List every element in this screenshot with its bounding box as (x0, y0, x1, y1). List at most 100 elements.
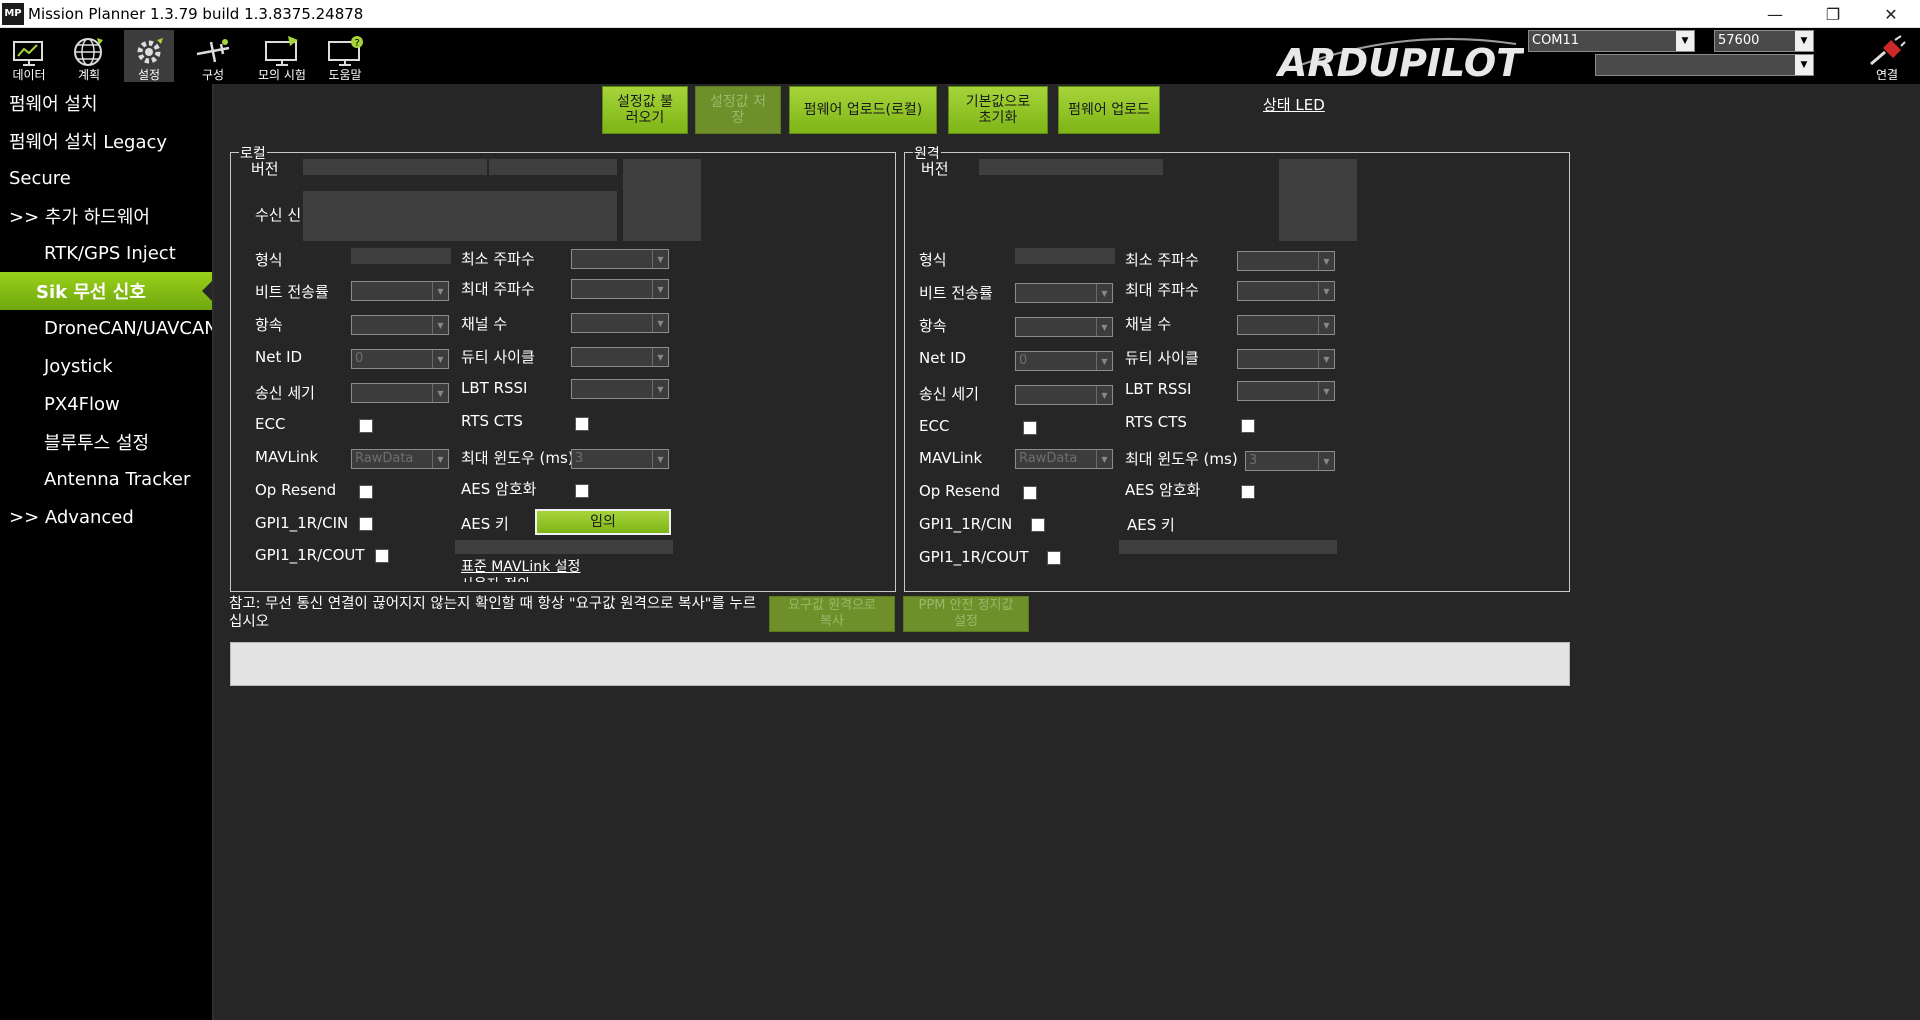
local-netid-select[interactable]: 0 ▼ (351, 349, 449, 369)
local-minfreq-select[interactable]: ▼ (571, 249, 669, 269)
remote-gpi1-label: GPI1_1R/CIN (919, 515, 1013, 533)
baud-value: 57600 (1718, 33, 1760, 48)
local-mavlink-select[interactable]: RawData ▼ (351, 449, 449, 469)
local-txpower-select[interactable]: ▼ (351, 383, 449, 403)
chevron-down-icon: ▼ (1795, 55, 1813, 75)
local-netid-label: Net ID (255, 348, 303, 366)
upload-firmware-button[interactable]: 펌웨어 업로드 (1058, 86, 1160, 134)
sidebar-item-install-firmware[interactable]: 펌웨어 설치 (0, 84, 212, 122)
sidebar-item-secure[interactable]: Secure (0, 159, 212, 197)
remote-aes-checkbox[interactable] (1241, 485, 1255, 499)
logo-text: ARDUPILOT (1276, 41, 1524, 80)
custom-mavlink-link[interactable]: 사용자 정의 (461, 574, 530, 582)
copy-to-remote-button[interactable]: 요구값 원격으로 복사 (769, 596, 895, 632)
local-opresend-label: Op Resend (255, 481, 337, 499)
remote-baud-select[interactable]: ▼ (1015, 283, 1113, 303)
local-channels-label: 채널 수 (461, 315, 508, 333)
sidebar-item-px4flow[interactable]: PX4Flow (0, 386, 212, 424)
local-baud-select[interactable]: ▼ (351, 281, 449, 301)
sidebar-item-bluetooth[interactable]: 블루투스 설정 (0, 423, 212, 461)
remote-gpi1-checkbox[interactable] (1031, 518, 1045, 532)
local-aes-checkbox[interactable] (575, 484, 589, 498)
remote-duty-select[interactable]: ▼ (1237, 349, 1335, 369)
copy-note: 참고: 무선 통신 연결이 끊어지지 않는지 확인할 때 항상 "요구값 원격으… (229, 596, 757, 630)
chevron-down-icon: ▼ (432, 316, 448, 334)
remote-rtscts-checkbox[interactable] (1241, 419, 1255, 433)
toolbar-data-button[interactable]: 데이터 (4, 32, 54, 82)
remote-aeskey-input[interactable] (1119, 540, 1337, 554)
local-format-value (351, 248, 451, 264)
minimize-icon[interactable]: — (1746, 0, 1804, 28)
remote-opresend-checkbox[interactable] (1023, 486, 1037, 500)
remote-mavlink-select[interactable]: RawData ▼ (1015, 449, 1113, 469)
toolbar-plan-button[interactable]: 계획 (64, 32, 114, 82)
local-txpower-label: 송신 세기 (255, 384, 315, 402)
toolbar-setup-button[interactable]: 설정 (124, 30, 174, 82)
remote-gpo1-checkbox[interactable] (1047, 551, 1061, 565)
remote-gpo1-label: GPI1_1R/COUT (919, 548, 1029, 566)
main-toolbar: 데이터 계획 설정 구성 모의 시험 ? 도움말 ARDUPILOT COM11… (0, 28, 1920, 84)
restore-icon[interactable]: ❐ (1804, 0, 1862, 28)
local-lbt-select[interactable]: ▼ (571, 379, 669, 399)
remote-rtscts-label: RTS CTS (1125, 413, 1187, 431)
sidebar-item-dronecan[interactable]: DroneCAN/UAVCAN (0, 310, 212, 348)
sidebar-item-sik-radio[interactable]: Sik 무선 신호 (0, 272, 212, 311)
ppm-failsafe-button[interactable]: PPM 안전 정지값 설정 (903, 596, 1029, 632)
connect-label: 연결 (1875, 68, 1899, 82)
remote-group: 원격 버전 형식 비트 전송률 ▼ 항속 ▼ Net ID 0 ▼ 송신 세기 ▼… (904, 143, 1570, 592)
toolbar-help-button[interactable]: ? 도움말 (320, 32, 370, 82)
remote-ecc-checkbox[interactable] (1023, 421, 1037, 435)
remote-duty-label: 듀티 사이클 (1125, 349, 1199, 367)
local-duty-select[interactable]: ▼ (571, 347, 669, 367)
remote-maxwindow-select[interactable]: 3 ▼ (1245, 451, 1335, 471)
local-aeskey-input[interactable] (455, 540, 673, 554)
remote-channels-select[interactable]: ▼ (1237, 315, 1335, 335)
sidebar-item-antenna-tracker[interactable]: Antenna Tracker (0, 461, 212, 499)
upload-firmware-local-button[interactable]: 펌웨어 업로드(로컬) (789, 86, 937, 134)
sidebar-item-label: >> Advanced (9, 506, 134, 528)
remote-airspeed-label: 항속 (919, 317, 947, 335)
connect-button[interactable]: 연결 (1862, 32, 1912, 82)
link-stats-select[interactable]: ▼ (1595, 54, 1814, 76)
standard-mavlink-link[interactable]: 표준 MAVLink 설정 (461, 556, 580, 576)
chevron-down-icon: ▼ (1318, 316, 1334, 334)
chevron-down-icon: ▼ (1096, 318, 1112, 336)
reset-defaults-button[interactable]: 기본값으로 초기화 (948, 86, 1048, 134)
remote-txpower-select[interactable]: ▼ (1015, 385, 1113, 405)
sidebar-item-advanced[interactable]: >> Advanced (0, 499, 212, 537)
baud-select[interactable]: 57600 ▼ (1714, 30, 1814, 52)
port-select[interactable]: COM11 ▼ (1528, 30, 1695, 52)
remote-maxfreq-select[interactable]: ▼ (1237, 281, 1335, 301)
sidebar-item-rtk-gps-inject[interactable]: RTK/GPS Inject (0, 235, 212, 273)
local-airspeed-select[interactable]: ▼ (351, 315, 449, 335)
remote-lbt-select[interactable]: ▼ (1237, 381, 1335, 401)
local-maxwindow-select[interactable]: 3 ▼ (571, 449, 669, 469)
close-icon[interactable]: ✕ (1862, 0, 1920, 28)
sidebar-item-label: 펌웨어 설치 (9, 93, 98, 115)
local-version-label: 버전 (251, 160, 279, 178)
toolbar-sim-button[interactable]: 모의 시험 (254, 32, 310, 82)
svg-text:?: ? (355, 38, 360, 49)
chevron-down-icon: ▼ (432, 384, 448, 402)
local-ecc-checkbox[interactable] (359, 419, 373, 433)
chevron-down-icon: ▼ (652, 380, 668, 398)
sidebar-item-joystick[interactable]: Joystick (0, 348, 212, 386)
toolbar-config-button[interactable]: 구성 (188, 32, 238, 82)
remote-minfreq-select[interactable]: ▼ (1237, 251, 1335, 271)
save-settings-button[interactable]: 설정값 저 장 (695, 86, 781, 134)
local-rtscts-checkbox[interactable] (575, 417, 589, 431)
aes-random-button[interactable]: 임의 (535, 509, 671, 535)
status-led-link[interactable]: 상태 LED (1263, 94, 1325, 115)
local-channels-select[interactable]: ▼ (571, 313, 669, 333)
remote-ecc-label: ECC (919, 417, 950, 435)
sidebar-item-optional-hardware[interactable]: >> 추가 하드웨어 (0, 197, 212, 235)
setup-sidebar: 펌웨어 설치 펌웨어 설치 Legacy Secure >> 추가 하드웨어 R… (0, 84, 214, 1020)
local-opresend-checkbox[interactable] (359, 485, 373, 499)
local-maxfreq-select[interactable]: ▼ (571, 279, 669, 299)
load-settings-button[interactable]: 설정값 불 러오기 (602, 86, 688, 134)
remote-airspeed-select[interactable]: ▼ (1015, 317, 1113, 337)
sidebar-item-install-firmware-legacy[interactable]: 펌웨어 설치 Legacy (0, 122, 212, 160)
local-gpi1-checkbox[interactable] (359, 517, 373, 531)
local-gpo1-checkbox[interactable] (375, 549, 389, 563)
remote-netid-select[interactable]: 0 ▼ (1015, 351, 1113, 371)
